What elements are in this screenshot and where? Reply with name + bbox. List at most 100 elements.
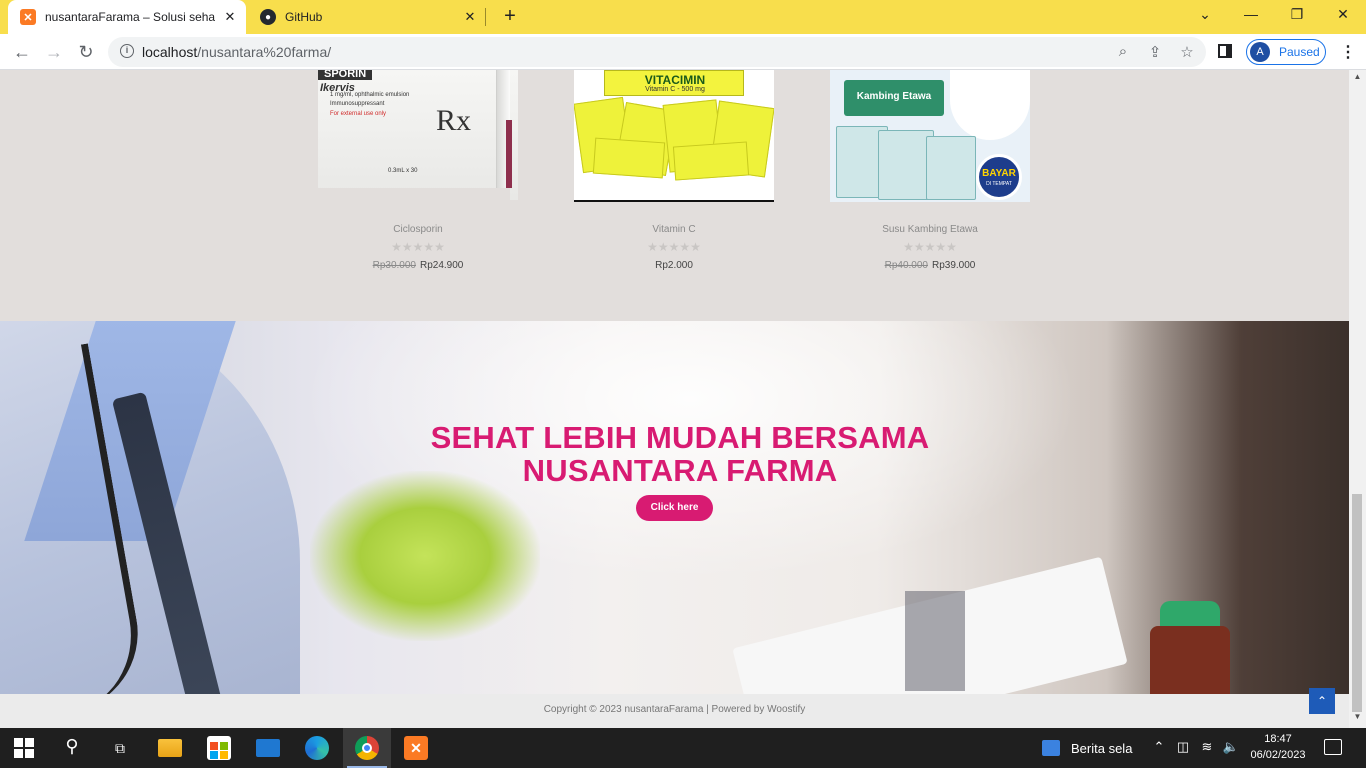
rating-stars: ★★★★★ bbox=[647, 240, 701, 254]
browser-tab-bar: ✕ nusantaraFarama – Solusi sehat k ✕ ● G… bbox=[0, 0, 1366, 34]
page-viewport: SPORIN Ikervis 1 mg/ml, ophthalmic emuls… bbox=[0, 70, 1349, 728]
profile-status: Paused bbox=[1279, 45, 1320, 59]
ciclosporin-box-image: SPORIN Ikervis 1 mg/ml, ophthalmic emuls… bbox=[318, 70, 518, 200]
site-info-icon[interactable]: i bbox=[120, 44, 134, 58]
wifi-icon[interactable]: ≋ bbox=[1198, 739, 1216, 755]
tab-github[interactable]: ● GitHub ✕ bbox=[248, 0, 486, 34]
box-stripe bbox=[506, 120, 512, 188]
sale-price: Rp2.000 bbox=[655, 260, 693, 271]
tab-nusantarafarama[interactable]: ✕ nusantaraFarama – Solusi sehat k ✕ bbox=[8, 0, 246, 34]
hero-title: SEHAT LEBIH MUDAH BERSAMA NUSANTARA FARM… bbox=[380, 421, 980, 487]
susu-kambing-image: Kambing Etawa BAYAR DI TEMPAT bbox=[830, 70, 1030, 202]
url-path: /nusantara%20farma/ bbox=[197, 44, 332, 60]
forward-button[interactable]: → bbox=[42, 40, 66, 64]
close-window-button[interactable]: ✕ bbox=[1331, 6, 1355, 23]
product-price: Rp2.000 bbox=[574, 260, 774, 271]
profile-button[interactable]: A Paused bbox=[1246, 39, 1326, 65]
rating-stars: ★★★★★ bbox=[903, 240, 957, 254]
side-panel-icon[interactable] bbox=[1218, 44, 1232, 58]
site-footer: Copyright © 2023 nusantaraFarama | Power… bbox=[0, 694, 1349, 728]
copyright-text: Copyright © 2023 nusantaraFarama | Power… bbox=[543, 704, 806, 715]
taskbar-clock[interactable]: 18:47 06/02/2023 bbox=[1248, 731, 1308, 763]
cod-badge: BAYAR DI TEMPAT bbox=[976, 154, 1022, 200]
old-price: Rp30.000 bbox=[372, 260, 416, 271]
box-shadow bbox=[318, 188, 510, 200]
box-line-4: 0.3mL x 30 bbox=[388, 168, 418, 174]
scroll-thumb[interactable] bbox=[1352, 494, 1362, 712]
tab-search-icon[interactable]: ⌄ bbox=[1193, 6, 1217, 23]
old-price: Rp40.000 bbox=[884, 260, 928, 271]
hero-banner: SEHAT LEBIH MUDAH BERSAMA NUSANTARA FARM… bbox=[0, 321, 1349, 694]
scroll-to-top-button[interactable]: ⌃ bbox=[1309, 688, 1335, 714]
task-view-icon[interactable]: ⧉ bbox=[108, 736, 132, 760]
scroll-down-arrow-icon[interactable]: ▼ bbox=[1349, 712, 1366, 726]
image-cloud bbox=[950, 70, 1030, 140]
share-icon[interactable]: ⇪ bbox=[1146, 43, 1164, 61]
back-button[interactable]: ← bbox=[10, 40, 34, 64]
box-line-2: Immunosuppressant bbox=[330, 101, 385, 107]
chrome-icon[interactable] bbox=[355, 736, 379, 760]
file-explorer-icon[interactable] bbox=[158, 739, 182, 757]
product-card[interactable]: SPORIN Ikervis 1 mg/ml, ophthalmic emuls… bbox=[318, 70, 518, 271]
mail-icon[interactable] bbox=[256, 739, 280, 757]
tray-chevron-icon[interactable]: ⌃ bbox=[1150, 739, 1168, 755]
tab-title: GitHub bbox=[285, 10, 323, 24]
news-widget-text[interactable]: Berita sela bbox=[1071, 741, 1132, 756]
notification-icon[interactable] bbox=[1324, 739, 1342, 755]
bookmark-star-icon[interactable]: ☆ bbox=[1178, 43, 1196, 61]
meet-icon[interactable]: ◫ bbox=[1174, 739, 1192, 755]
menu-icon[interactable]: ⋮ bbox=[1340, 42, 1356, 62]
new-tab-button[interactable]: + bbox=[500, 5, 520, 28]
clock-time: 18:47 bbox=[1264, 733, 1292, 745]
product-card[interactable]: Kambing Etawa BAYAR DI TEMPAT Susu Kambi… bbox=[830, 70, 1030, 271]
vitamin-banner: VITACIMIN Vitamin C - 500 mg bbox=[604, 70, 744, 96]
click-here-button[interactable]: Click here bbox=[636, 495, 713, 521]
vitamin-sub-text: Vitamin C - 500 mg bbox=[645, 86, 705, 93]
reload-button[interactable]: ↻ bbox=[74, 40, 98, 64]
product-name[interactable]: Susu Kambing Etawa bbox=[830, 224, 1030, 235]
restore-button[interactable]: ❐ bbox=[1285, 6, 1309, 23]
box-line-3: For external use only bbox=[330, 111, 387, 117]
sachet bbox=[592, 137, 666, 179]
scroll-up-arrow-icon[interactable]: ▲ bbox=[1349, 72, 1366, 86]
plant bbox=[310, 471, 540, 641]
store-icon[interactable] bbox=[207, 736, 231, 760]
xampp-taskbar-icon[interactable]: ✕ bbox=[404, 736, 428, 760]
page-scrollbar[interactable]: ▲ ▼ bbox=[1349, 70, 1366, 728]
product-name[interactable]: Ciclosporin bbox=[318, 224, 518, 235]
hero-title-line-2: NUSANTARA FARMA bbox=[522, 453, 838, 488]
rating-stars: ★★★★★ bbox=[391, 240, 445, 254]
product-price: Rp40.000 Rp39.000 bbox=[830, 260, 1030, 271]
volume-icon[interactable]: 🔈 bbox=[1222, 739, 1240, 755]
github-icon: ● bbox=[260, 9, 276, 25]
search-icon[interactable]: ⚲ bbox=[60, 736, 84, 760]
product-image[interactable]: SPORIN Ikervis 1 mg/ml, ophthalmic emuls… bbox=[318, 70, 518, 202]
sachet bbox=[672, 141, 750, 181]
sale-price: Rp39.000 bbox=[932, 260, 976, 271]
product-image[interactable]: VITACIMIN Vitamin C - 500 mg bbox=[574, 70, 774, 202]
etawa-logo: Kambing Etawa bbox=[844, 80, 944, 116]
cod-badge-sub: DI TEMPAT bbox=[986, 181, 1012, 187]
sale-price: Rp24.900 bbox=[420, 260, 464, 271]
close-tab-icon[interactable]: ✕ bbox=[222, 9, 238, 25]
product-card[interactable]: VITACIMIN Vitamin C - 500 mg Vitamin C ★… bbox=[574, 70, 774, 271]
close-tab-icon[interactable]: ✕ bbox=[462, 9, 478, 25]
box-line-1: 1 mg/ml, ophthalmic emulsion bbox=[330, 92, 410, 98]
cod-badge-text: BAYAR bbox=[982, 168, 1016, 179]
url-text[interactable]: localhost/nusantara%20farma/ bbox=[142, 44, 331, 60]
etawa-brand-text: Kambing Etawa bbox=[856, 91, 932, 102]
address-bar[interactable]: i localhost/nusantara%20farma/ ⌕ ⇪ ☆ bbox=[108, 37, 1206, 67]
medicine-bottle bbox=[1150, 626, 1230, 694]
url-host: localhost bbox=[142, 44, 198, 60]
zoom-icon[interactable]: ⌕ bbox=[1114, 43, 1132, 60]
browser-toolbar: ← → ↻ i localhost/nusantara%20farma/ ⌕ ⇪… bbox=[0, 34, 1366, 70]
windows-start-icon[interactable] bbox=[12, 736, 36, 760]
product-image[interactable]: Kambing Etawa BAYAR DI TEMPAT bbox=[830, 70, 1030, 202]
medical-cross bbox=[905, 591, 965, 691]
product-name[interactable]: Vitamin C bbox=[574, 224, 774, 235]
edge-icon[interactable] bbox=[305, 736, 329, 760]
news-icon[interactable] bbox=[1042, 740, 1060, 756]
tab-separator bbox=[485, 8, 486, 26]
minimize-button[interactable]: — bbox=[1239, 6, 1263, 22]
milk-package bbox=[926, 136, 976, 200]
